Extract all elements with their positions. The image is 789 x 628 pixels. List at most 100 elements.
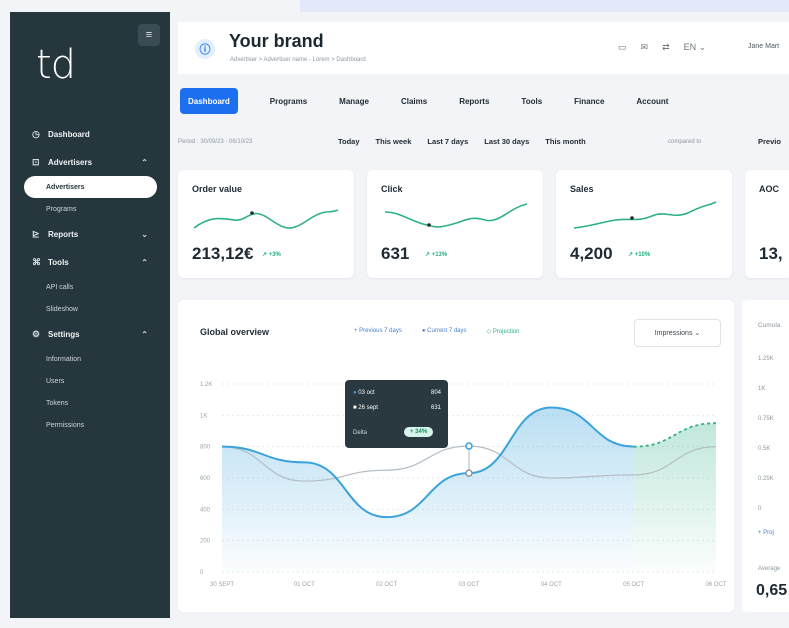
header: ⓘ Your brand Advertiser > Advertiser nam… <box>178 22 789 74</box>
tooltip-row: ■ 26 sept 631 <box>353 405 441 411</box>
logo: td <box>36 42 76 88</box>
sidebar-subitem-information[interactable]: Information <box>10 348 170 370</box>
sidebar-subitem-users[interactable]: Users <box>10 370 170 392</box>
kpi-card-aoc[interactable]: AOC 13, <box>745 170 789 278</box>
period-buttons: Today This week Last 7 days Last 30 days… <box>338 137 602 146</box>
tools-icon: ⌘ <box>32 256 41 267</box>
sidebar-item-tools[interactable]: ⌘ Tools ⌃ <box>10 248 170 276</box>
kpi-change: ↗ +13% <box>425 252 448 258</box>
tab-manage[interactable]: Manage <box>339 88 369 114</box>
sidebar-nav: ◷ Dashboard ⊡ Advertisers ⌃ Advertisers … <box>10 120 170 436</box>
main-tabs: Dashboard Programs Manage Claims Reports… <box>180 88 700 114</box>
kpi-label: Order value <box>192 184 243 194</box>
sidebar-subitem-tokens[interactable]: Tokens <box>10 392 170 414</box>
legend-current[interactable]: ● Current 7 days <box>422 328 477 335</box>
axis-tick: 0.75K <box>758 416 774 422</box>
mail-icon[interactable]: ✉ <box>641 42 649 53</box>
x-tick-label: 03 OCT <box>458 582 479 588</box>
chart-tooltip: ● 03 oct 804 ■ 26 sept 631 Delta + 34% <box>345 380 448 448</box>
sidebar-subitem-api-calls[interactable]: API calls <box>10 276 170 298</box>
x-tick-label: 30 SEPT <box>210 582 234 588</box>
sidebar-subitem-slideshow[interactable]: Slideshow <box>10 298 170 320</box>
y-tick-label: 1.2K <box>200 382 212 388</box>
period-last-30-days-button[interactable]: Last 30 days <box>484 137 529 146</box>
kpi-card-order-value[interactable]: Order value 213,12€ ↗ +3% <box>178 170 354 278</box>
overview-title: Global overview <box>200 327 270 337</box>
sync-icon[interactable]: ⇄ <box>662 42 670 53</box>
tab-reports[interactable]: Reports <box>459 88 489 114</box>
hover-point-current <box>465 442 473 450</box>
clock-icon: ◷ <box>32 128 40 139</box>
sparkline <box>384 203 528 228</box>
tab-finance[interactable]: Finance <box>574 88 604 114</box>
chat-icon[interactable]: ▭ <box>618 42 627 53</box>
legend-previous[interactable]: + Previous 7 days <box>354 328 412 335</box>
tab-account[interactable]: Account <box>636 88 668 114</box>
language-select[interactable]: EN ⌄ <box>684 42 707 53</box>
trend-up-icon: ↗ <box>425 252 431 258</box>
sidebar-item-label: Tools <box>48 257 69 267</box>
sparkline <box>573 201 717 229</box>
previous-button[interactable]: Previo <box>758 137 781 146</box>
brand-icon: ⓘ <box>195 39 215 59</box>
kpi-card-click[interactable]: Click 631 ↗ +13% <box>367 170 543 278</box>
chevron-down-icon: ⌄ <box>694 330 701 337</box>
kpi-value: 4,200 <box>570 244 613 263</box>
x-tick-label: 04 OCT <box>541 582 562 588</box>
overview-chart[interactable]: 0 200 400 600 800 1K 1.2K 30 SEPT 01 OCT 02 OCT 03… <box>178 370 734 606</box>
sidebar-item-label: Advertisers <box>48 157 93 167</box>
sidebar-item-dashboard[interactable]: ◷ Dashboard <box>10 120 170 148</box>
tooltip-delta-label: Delta <box>353 430 368 436</box>
projection-link[interactable]: + Proj <box>758 530 774 536</box>
chevron-up-icon: ⌃ <box>141 329 148 339</box>
kpi-value: 13, <box>759 244 783 263</box>
x-tick-label: 06 OCT <box>705 582 726 588</box>
cumulative-title: Cumula <box>758 322 781 329</box>
page-title: Your brand <box>229 31 324 51</box>
sidebar-item-label: Dashboard <box>48 129 90 139</box>
tab-dashboard[interactable]: Dashboard <box>180 88 238 114</box>
axis-tick: 0 <box>758 506 762 512</box>
period-last-7-days-button[interactable]: Last 7 days <box>427 137 468 146</box>
axis-tick: 1.25K <box>758 356 774 362</box>
legend-projection[interactable]: ◇ Projection <box>487 328 530 335</box>
hover-point-previous <box>465 469 473 477</box>
x-tick-label: 02 OCT <box>376 582 397 588</box>
period-this-month-button[interactable]: This month <box>545 137 585 146</box>
tab-claims[interactable]: Claims <box>401 88 427 114</box>
period-label: Period : 30/09/23 - 06/10/23 <box>178 139 253 145</box>
advertisers-icon: ⊡ <box>32 156 40 167</box>
tab-programs[interactable]: Programs <box>270 88 307 114</box>
tooltip-delta-badge: + 34% <box>404 427 434 437</box>
sidebar-item-settings[interactable]: ⚙ Settings ⌃ <box>10 320 170 348</box>
kpi-card-sales[interactable]: Sales 4,200 ↗ +10% <box>556 170 732 278</box>
kpi-label: AOC <box>759 184 779 194</box>
reports-icon: ⊵ <box>32 228 40 239</box>
axis-tick: 0.25K <box>758 476 774 482</box>
sparkline <box>193 209 339 229</box>
kpi-label: Click <box>381 184 403 194</box>
period-today-button[interactable]: Today <box>338 137 360 146</box>
sidebar-item-advertisers[interactable]: ⊡ Advertisers ⌃ <box>10 148 170 176</box>
kpi-change: ↗ +3% <box>262 252 281 258</box>
tooltip-row: ● 03 oct 804 <box>353 390 441 396</box>
period-this-week-button[interactable]: This week <box>376 137 412 146</box>
metric-select[interactable]: Impressions ⌄ <box>634 319 721 347</box>
tab-tools[interactable]: Tools <box>521 88 542 114</box>
breadcrumb[interactable]: Advertiser > Advertiser name - Lorem > D… <box>230 57 366 63</box>
axis-tick: 1K <box>758 386 766 392</box>
cumulative-panel: Cumula 1.25K 1K 0.75K 0.5K 0.25K 0 + Pro… <box>742 300 789 612</box>
sidebar-subitem-advertisers[interactable]: Advertisers <box>24 176 157 198</box>
average-label: Average <box>758 566 781 572</box>
sidebar-subitem-permissions[interactable]: Permissions <box>10 414 170 436</box>
chevron-up-icon: ⌃ <box>141 157 148 167</box>
sidebar-subitem-programs[interactable]: Programs <box>10 198 170 220</box>
collapse-menu-icon[interactable]: ≡ <box>138 24 160 46</box>
chart-legend: + Previous 7 days ● Current 7 days ◇ Pro… <box>354 328 540 335</box>
y-tick-label: 200 <box>200 539 211 545</box>
sidebar-item-reports[interactable]: ⊵ Reports ⌄ <box>10 220 170 248</box>
kpi-value: 213,12€ <box>192 244 254 263</box>
trend-up-icon: ↗ <box>262 252 268 258</box>
user-menu[interactable]: Jane Mart <box>748 43 779 50</box>
y-tick-label: 0 <box>200 570 204 576</box>
